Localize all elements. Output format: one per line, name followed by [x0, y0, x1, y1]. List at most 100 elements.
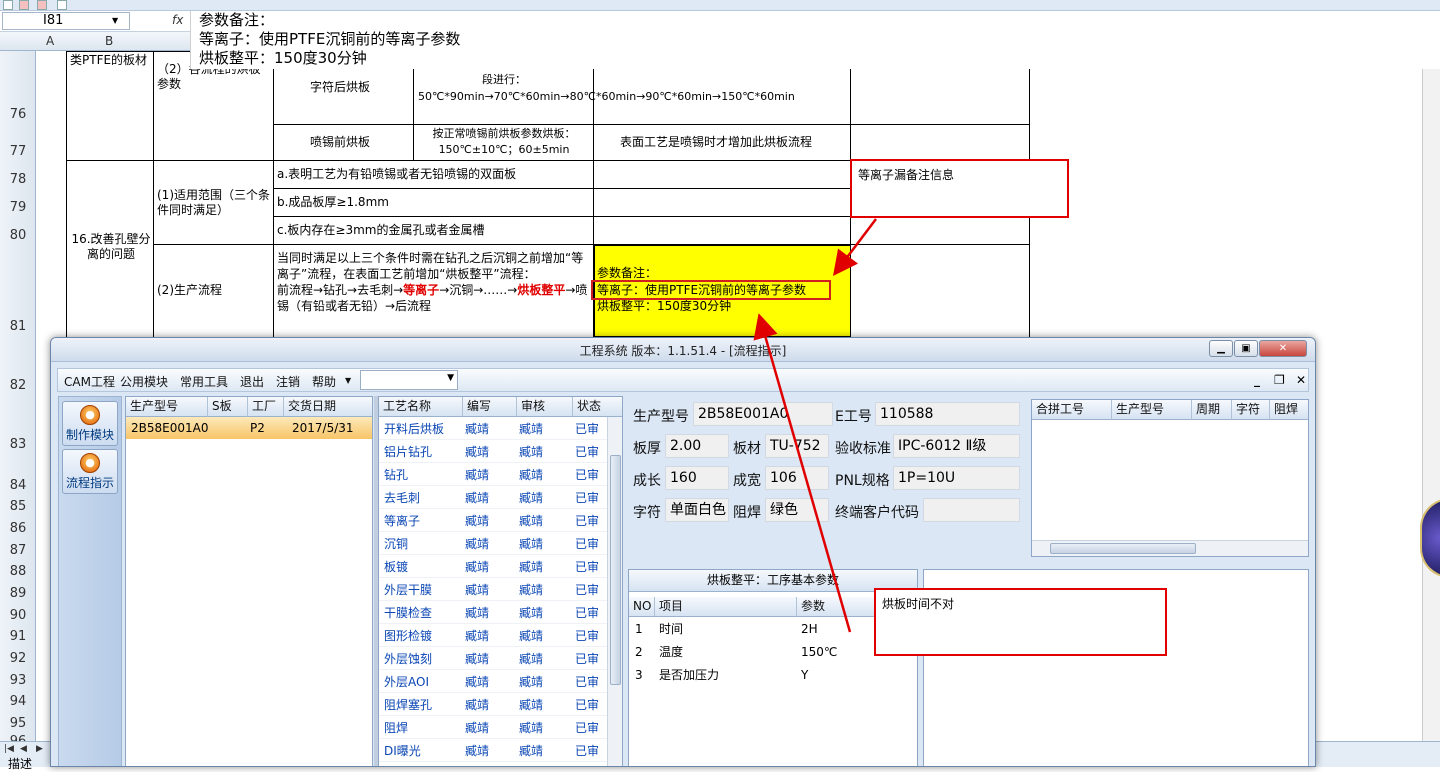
mdi-minimize-button[interactable]: _ [1254, 373, 1260, 387]
table-row[interactable]: 干膜检查 臧靖 臧靖 已审 [379, 602, 607, 624]
field-thickness[interactable]: 2.00 [665, 434, 729, 458]
field-pnl[interactable]: 1P=10U [893, 466, 1020, 490]
maximize-button[interactable]: ▣ [1234, 340, 1258, 357]
table-row[interactable]: 外层AOI 臧靖 臧靖 已审 [379, 671, 607, 693]
field-width[interactable]: 106 [765, 466, 829, 490]
row-header[interactable]: 93 [0, 673, 36, 688]
field-material[interactable]: TU-752 [765, 434, 829, 458]
col-header-merge-no[interactable]: 合拼工号 [1032, 400, 1112, 420]
close-button[interactable]: ✕ [1259, 340, 1307, 357]
first-sheet-icon[interactable]: |◀ [4, 744, 14, 754]
col-header-model[interactable]: 生产型号 [1112, 400, 1192, 420]
col-header-model[interactable]: 生产型号 [126, 397, 208, 417]
col-header-item[interactable]: 项目 [655, 597, 797, 617]
fx-icon[interactable]: fx [172, 13, 183, 27]
col-header-reviewer[interactable]: 审核 [517, 397, 573, 417]
cell-g81[interactable] [850, 244, 1030, 340]
menu-logout[interactable]: 注销 [276, 373, 300, 390]
row-header[interactable]: 91 [0, 629, 36, 644]
cell-f78[interactable] [593, 160, 851, 189]
formula-content[interactable]: 参数备注： 等离子：使用PTFE沉铜前的等离子参数 烘板整平：150度30分钟 [190, 11, 1440, 69]
table-row[interactable]: 外层蚀刻 臧靖 臧靖 已审 [379, 648, 607, 670]
row-header[interactable]: 92 [0, 651, 36, 666]
table-row[interactable]: 钻孔 臧靖 臧靖 已审 [379, 464, 607, 486]
row-header[interactable]: 90 [0, 608, 36, 623]
row-header[interactable]: 83 [0, 437, 36, 452]
save-icon[interactable] [3, 0, 13, 10]
row-header[interactable]: 95 [0, 716, 36, 731]
pdf-export-icon[interactable] [37, 0, 47, 10]
table-row[interactable]: DI曝光 臧靖 臧靖 已审 [379, 740, 607, 762]
column-header-b[interactable]: B [105, 34, 113, 48]
menu-combo-box[interactable]: ▼ [360, 370, 458, 390]
col-header-author[interactable]: 编写 [463, 397, 517, 417]
table-row[interactable]: 板镀 臧靖 臧靖 已审 [379, 556, 607, 578]
mdi-close-button[interactable]: ✕ [1296, 373, 1306, 387]
chevron-down-icon[interactable]: ▼ [345, 376, 351, 385]
col-header-delivery-date[interactable]: 交货日期 [284, 397, 372, 417]
column-header-a[interactable]: A [46, 34, 54, 48]
table-row[interactable]: 等离子 臧靖 臧靖 已审 [379, 510, 607, 532]
row-header[interactable]: 84 [0, 478, 36, 493]
menu-exit[interactable]: 退出 [240, 373, 264, 390]
col-header-cycle[interactable]: 周期 [1192, 400, 1232, 420]
chevron-down-icon[interactable]: ▼ [112, 16, 118, 25]
table-row[interactable]: 外层干膜 臧靖 臧靖 已审 [379, 579, 607, 601]
row-header[interactable]: 88 [0, 564, 36, 579]
row-header[interactable]: 94 [0, 694, 36, 709]
col-header-process-name[interactable]: 工艺名称 [379, 397, 463, 417]
row-header[interactable]: 81 [0, 319, 36, 334]
col-header-status[interactable]: 状态 [573, 397, 622, 417]
scrollbar-thumb[interactable] [610, 455, 621, 685]
field-length[interactable]: 160 [665, 466, 729, 490]
menu-help[interactable]: 帮助 [312, 373, 336, 390]
pdf-icon[interactable] [19, 0, 29, 10]
col-header-solder-mask[interactable]: 阻焊 [1270, 400, 1308, 420]
scrollbar-thumb[interactable] [1050, 543, 1196, 554]
col-header-factory[interactable]: 工厂 [248, 397, 284, 417]
table-row[interactable]: 去毛刺 臧靖 臧靖 已审 [379, 487, 607, 509]
row-header[interactable]: 86 [0, 521, 36, 536]
nav-make-module[interactable]: ● 制作模块 [62, 401, 118, 446]
vertical-scrollbar[interactable] [1422, 51, 1440, 741]
cell-f79[interactable] [593, 188, 851, 217]
field-character[interactable]: 单面白色 [665, 498, 729, 522]
name-box[interactable]: I81 [2, 12, 130, 30]
next-sheet-icon[interactable]: ▶ [36, 744, 43, 754]
minimize-button[interactable]: ▁ [1209, 340, 1233, 357]
mdi-restore-button[interactable]: ❐ [1274, 373, 1285, 387]
menu-common-module[interactable]: 公用模块 [120, 373, 168, 390]
cell-f80[interactable] [593, 216, 851, 245]
row-header[interactable]: 82 [0, 378, 36, 393]
table-row[interactable]: 阻焊 臧靖 臧靖 已审 [379, 717, 607, 739]
horizontal-scrollbar[interactable] [1032, 540, 1308, 556]
table-row[interactable]: 铝片钻孔 臧靖 臧靖 已审 [379, 441, 607, 463]
prev-sheet-icon[interactable]: ◀ [20, 744, 27, 754]
table-row[interactable]: 图形检镀 臧靖 臧靖 已审 [379, 625, 607, 647]
field-standard[interactable]: IPC-6012 Ⅱ级 [893, 434, 1020, 458]
process-scrollbar[interactable] [607, 417, 622, 766]
table-row[interactable]: 沉铜 臧靖 臧靖 已审 [379, 533, 607, 555]
cell-g77[interactable] [850, 124, 1030, 161]
row-header[interactable]: 80 [0, 228, 36, 243]
col-header-s-board[interactable]: S板 [208, 397, 248, 417]
menu-tools[interactable]: 常用工具 [180, 373, 228, 390]
table-row[interactable]: 阻焊塞孔 臧靖 臧靖 已审 [379, 694, 607, 716]
field-customer-code[interactable] [923, 498, 1020, 522]
col-header-character[interactable]: 字符 [1232, 400, 1270, 420]
row-header[interactable]: 79 [0, 200, 36, 215]
row-header[interactable]: 87 [0, 543, 36, 558]
field-model[interactable]: 2B58E001A0 [693, 402, 833, 426]
title-bar[interactable]: 工程系统 版本：1.1.51.4 - [流程指示] ▁ ▣ ✕ [51, 338, 1315, 362]
row-header[interactable]: 89 [0, 586, 36, 601]
nav-process-guide[interactable]: ● 流程指示 [62, 449, 118, 494]
row-header[interactable]: 78 [0, 172, 36, 187]
table-row[interactable]: 开料后烘板 臧靖 臧靖 已审 [379, 418, 607, 440]
sheet-tab[interactable]: 描述 [8, 755, 32, 772]
row-header[interactable]: 85 [0, 499, 36, 514]
row-header[interactable]: 76 [0, 107, 36, 122]
menu-cam[interactable]: CAM工程 [64, 373, 115, 390]
col-header-no[interactable]: NO [629, 597, 655, 617]
field-eno[interactable]: 110588 [875, 402, 1020, 426]
field-solder-mask[interactable]: 绿色 [765, 498, 829, 522]
